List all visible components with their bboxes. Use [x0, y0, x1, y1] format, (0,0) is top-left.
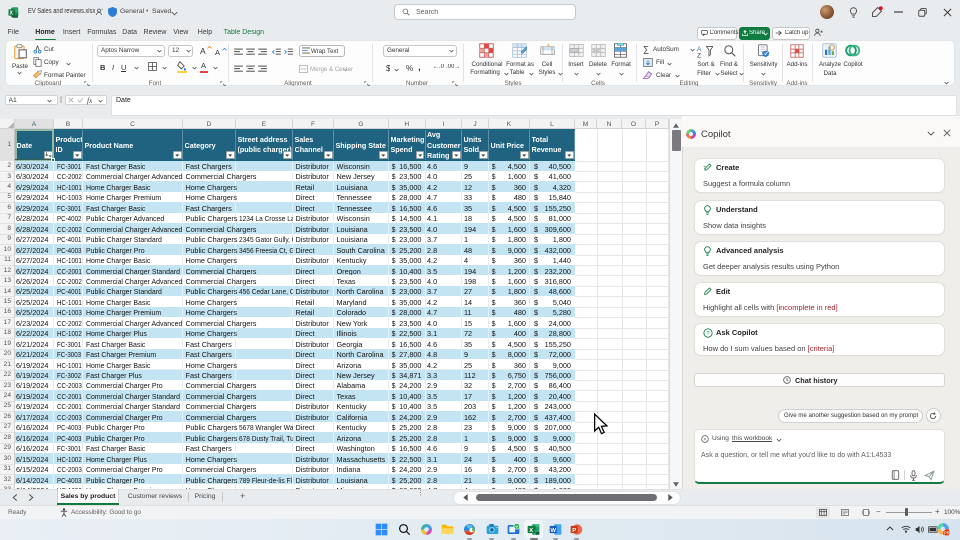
svg-text:P: P: [572, 528, 576, 534]
svg-text:º: º: [102, 8, 104, 13]
svg-text:PR: PR: [944, 530, 950, 535]
svg-text:W: W: [550, 528, 556, 534]
svg-text:Z: Z: [697, 52, 701, 58]
svg-text:X: X: [529, 528, 533, 534]
svg-text:?: ?: [706, 331, 709, 337]
